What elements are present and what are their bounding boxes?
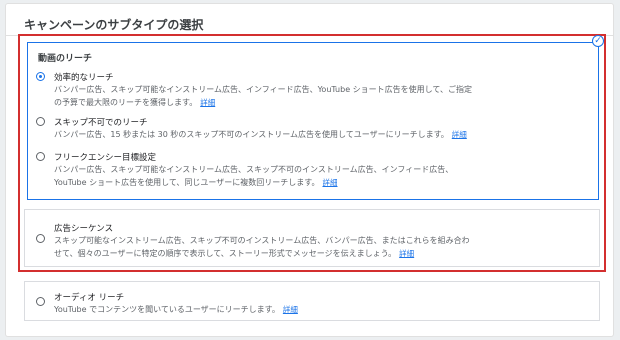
radio-ad-sequence[interactable] — [36, 234, 45, 243]
desc-line-2: の予算で最大限のリーチを獲得します。 — [54, 98, 198, 107]
option-label: フリークエンシー目標設定 — [54, 153, 157, 163]
option-description: バンパー広告、スキップ可能なインストリーム広告、スキップ不可のインストリーム広告… — [54, 163, 453, 176]
learn-more-link[interactable]: 詳細 — [322, 178, 337, 187]
desc-line-2: せて、個々のユーザーに特定の順序で表示して、ストーリー形式でメッセージを伝えまし… — [54, 249, 397, 258]
desc-line-1: バンパー広告、スキップ可能なインストリーム広告、スキップ不可のインストリーム広告… — [54, 165, 454, 174]
option-description-2: の予算で最大限のリーチを獲得します。 詳細 — [54, 96, 215, 109]
desc-line-2: YouTube ショート広告を使用して、同じユーザーに複数回リーチします。 — [54, 178, 320, 187]
option-label: オーディオ リーチ — [54, 293, 125, 303]
panel-title: キャンペーンのサブタイプの選択 — [24, 18, 204, 32]
desc-line-1: スキップ可能なインストリーム広告、スキップ不可のインストリーム広告、バンパー広告… — [54, 236, 470, 245]
option-label: 効率的なリーチ — [54, 73, 114, 83]
radio-audio-reach[interactable] — [36, 297, 45, 306]
desc-line-1: YouTube でコンテンツを聞いているユーザーにリーチします。 — [54, 305, 280, 314]
check-circle-icon: ✓ — [592, 35, 604, 47]
learn-more-link[interactable]: 詳細 — [283, 305, 298, 314]
learn-more-link[interactable]: 詳細 — [399, 249, 414, 258]
radio-efficient-reach[interactable] — [36, 72, 45, 81]
option-description: YouTube でコンテンツを聞いているユーザーにリーチします。 詳細 — [54, 303, 298, 316]
learn-more-link[interactable]: 詳細 — [200, 98, 215, 107]
desc-line-1: バンパー広告、スキップ可能なインストリーム広告、インフィード広告、YouTube… — [54, 85, 473, 94]
video-reach-heading: 動画のリーチ — [38, 54, 93, 64]
option-description: バンパー広告、15 秒または 30 秒のスキップ不可のインストリーム広告を使用し… — [54, 128, 467, 141]
radio-non-skippable-reach[interactable] — [36, 117, 45, 126]
radio-frequency-target[interactable] — [36, 152, 45, 161]
option-label: スキップ不可でのリーチ — [54, 118, 148, 128]
option-description-2: せて、個々のユーザーに特定の順序で表示して、ストーリー形式でメッセージを伝えまし… — [54, 247, 414, 260]
option-label: 広告シーケンス — [54, 224, 114, 234]
option-description: スキップ可能なインストリーム広告、スキップ不可のインストリーム広告、バンパー広告… — [54, 234, 470, 247]
option-description: バンパー広告、スキップ可能なインストリーム広告、インフィード広告、YouTube… — [54, 83, 472, 96]
option-description-2: YouTube ショート広告を使用して、同じユーザーに複数回リーチします。 詳細 — [54, 176, 337, 189]
desc-line-1: バンパー広告、15 秒または 30 秒のスキップ不可のインストリーム広告を使用し… — [54, 130, 449, 139]
learn-more-link[interactable]: 詳細 — [452, 130, 467, 139]
